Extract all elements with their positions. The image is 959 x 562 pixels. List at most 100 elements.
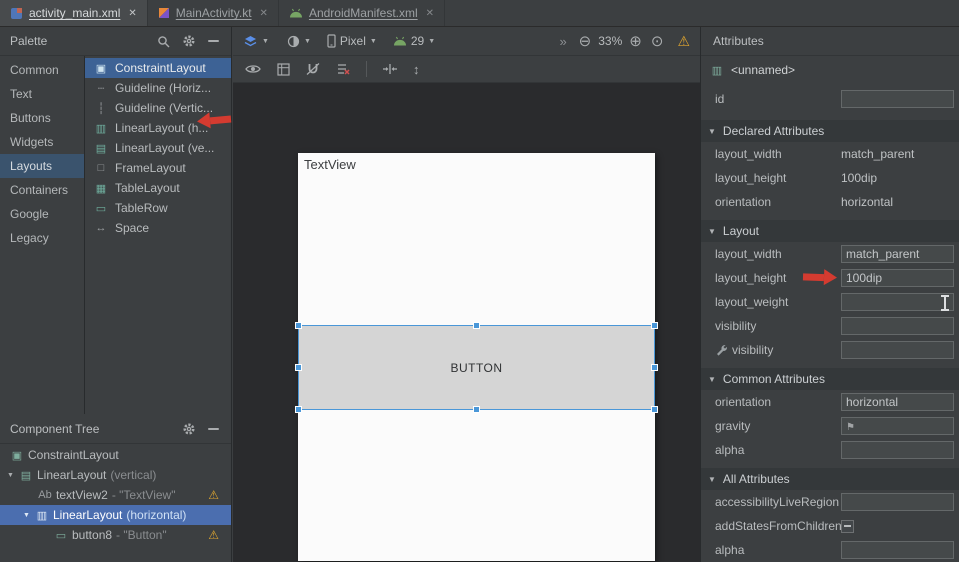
gear-icon[interactable] [182, 34, 196, 48]
tree-item-linearlayout-vertical[interactable]: ▼ ▤ LinearLayout (vertical) [0, 465, 231, 485]
toolbar-divider [366, 61, 367, 77]
category-legacy[interactable]: Legacy [0, 226, 84, 250]
category-common[interactable]: Common [0, 58, 84, 82]
component-guideline-horizontal[interactable]: ┄ Guideline (Horiz... [85, 78, 231, 98]
toolbar-overflow-icon[interactable]: » [559, 34, 566, 49]
api-level-selector[interactable]: 29 ▼ [393, 34, 435, 48]
category-containers[interactable]: Containers [0, 178, 84, 202]
tree-item-label: LinearLayout [53, 508, 122, 522]
blueprint-grid-icon[interactable] [277, 63, 290, 76]
linearlayout-vertical-icon: ▤ [93, 142, 109, 155]
warning-icon[interactable]: ⚠ [677, 34, 690, 48]
accessibilityliveregion-input[interactable] [841, 493, 954, 511]
close-icon[interactable]: ✕ [426, 8, 434, 19]
selected-component-name: <unnamed> [731, 63, 795, 77]
attr-value[interactable]: horizontal [841, 195, 893, 209]
view-options-eye-icon[interactable] [245, 63, 261, 75]
component-label: TableLayout [115, 181, 180, 195]
gear-icon[interactable] [182, 422, 196, 436]
tree-item-button8[interactable]: ▭ button8 - "Button" ⚠ [0, 525, 231, 545]
zoom-out-icon[interactable]: ⊖ [579, 34, 592, 49]
category-text[interactable]: Text [0, 82, 84, 106]
layout_height-input[interactable]: 100dip [841, 269, 954, 287]
tools-visibility-input[interactable] [841, 341, 954, 359]
layout_weight-input[interactable] [841, 293, 954, 311]
category-google[interactable]: Google [0, 202, 84, 226]
search-icon[interactable] [157, 35, 170, 48]
hide-panel-icon[interactable] [208, 428, 219, 430]
zoom-to-fit-icon[interactable]: ⊙ [651, 34, 664, 49]
attr-value[interactable]: 100dip [841, 171, 877, 185]
component-label: Guideline (Horiz... [115, 81, 211, 95]
close-icon[interactable]: ✕ [260, 8, 268, 19]
clear-constraints-icon[interactable] [336, 62, 350, 76]
tree-item-textview2[interactable]: Ab textView2 - "TextView" ⚠ [0, 485, 231, 505]
component-framelayout[interactable]: □ FrameLayout [85, 158, 231, 178]
textview-icon: Ab [36, 489, 54, 501]
alpha-input[interactable] [841, 541, 954, 559]
design-surface-selector[interactable]: ▼ [243, 35, 269, 48]
component-label: FrameLayout [115, 161, 186, 175]
tree-item-label: button8 [72, 528, 112, 542]
pack-horizontal-icon[interactable] [383, 63, 397, 75]
warning-icon[interactable]: ⚠ [208, 529, 219, 541]
resize-handle-top-left[interactable] [295, 322, 302, 329]
warning-icon[interactable]: ⚠ [208, 489, 219, 501]
zoom-in-icon[interactable]: ⊕ [629, 34, 642, 49]
layout_width-input[interactable]: match_parent [841, 245, 954, 263]
design-canvas[interactable]: TextView BUTTON [233, 83, 700, 562]
text-cursor [940, 295, 949, 311]
component-tablerow[interactable]: ▭ TableRow [85, 198, 231, 218]
chevron-down-icon[interactable]: ▼ [20, 512, 33, 519]
category-buttons[interactable]: Buttons [0, 106, 84, 130]
autoconnect-magnet-icon[interactable] [306, 62, 320, 76]
tab-androidmanifest-xml[interactable]: AndroidManifest.xml ✕ [279, 0, 445, 26]
resize-handle-middle-left[interactable] [295, 364, 302, 371]
attr-value[interactable]: match_parent [841, 147, 914, 161]
canvas-button[interactable]: BUTTON [450, 361, 502, 375]
tree-item-constraintlayout[interactable]: ▣ ConstraintLayout [0, 445, 231, 465]
close-icon[interactable]: ✕ [128, 8, 136, 19]
visibility-input[interactable] [841, 317, 954, 335]
attr-label: addStatesFromChildren [701, 519, 841, 533]
device-name: Pixel [340, 34, 366, 48]
category-layouts[interactable]: Layouts [0, 154, 84, 178]
attr-label: id [701, 92, 841, 106]
section-common-attributes[interactable]: ▼ Common Attributes [701, 368, 959, 390]
section-layout[interactable]: ▼ Layout [701, 220, 959, 242]
tree-item-linearlayout-horizontal[interactable]: ▼ ▥ LinearLayout (horizontal) [0, 505, 231, 525]
resize-handle-bottom-right[interactable] [651, 406, 658, 413]
section-all-attributes[interactable]: ▼ All Attributes [701, 468, 959, 490]
section-declared-attributes[interactable]: ▼ Declared Attributes [701, 120, 959, 142]
orientation-input[interactable]: horizontal [841, 393, 954, 411]
device-selector[interactable]: Pixel ▼ [327, 34, 377, 48]
resize-handle-bottom-middle[interactable] [473, 406, 480, 413]
component-tablelayout[interactable]: ▦ TableLayout [85, 178, 231, 198]
id-input[interactable] [841, 90, 954, 108]
canvas-textview[interactable]: TextView [304, 157, 356, 172]
constraintlayout-icon: ▣ [93, 62, 109, 75]
component-space[interactable]: ↔ Space [85, 218, 231, 238]
expand-vertical-icon[interactable]: ↕ [413, 63, 420, 76]
tree-item-label: LinearLayout [37, 468, 106, 482]
component-linearlayout-vertical[interactable]: ▤ LinearLayout (ve... [85, 138, 231, 158]
resize-handle-top-right[interactable] [651, 322, 658, 329]
tab-activity-main-xml[interactable]: activity_main.xml ✕ [0, 0, 148, 26]
addstatesfromchildren-checkbox[interactable] [841, 520, 854, 533]
canvas-linearlayout-selected[interactable]: BUTTON [298, 325, 655, 410]
tab-mainactivity-kt[interactable]: MainActivity.kt ✕ [148, 0, 279, 26]
theme-selector[interactable]: ▼ [287, 35, 311, 48]
resize-handle-top-middle[interactable] [473, 322, 480, 329]
gravity-input[interactable]: ⚑ [841, 417, 954, 435]
flag-icon[interactable]: ⚑ [846, 422, 855, 433]
category-widgets[interactable]: Widgets [0, 130, 84, 154]
device-screen[interactable]: TextView BUTTON [298, 153, 655, 561]
hide-panel-icon[interactable] [208, 40, 219, 42]
chevron-down-icon[interactable]: ▼ [4, 472, 17, 479]
alpha-input[interactable] [841, 441, 954, 459]
chevron-down-icon: ▼ [708, 375, 716, 384]
component-constraintlayout[interactable]: ▣ ConstraintLayout [85, 58, 231, 78]
resize-handle-bottom-left[interactable] [295, 406, 302, 413]
chevron-down-icon: ▼ [304, 38, 311, 45]
resize-handle-middle-right[interactable] [651, 364, 658, 371]
